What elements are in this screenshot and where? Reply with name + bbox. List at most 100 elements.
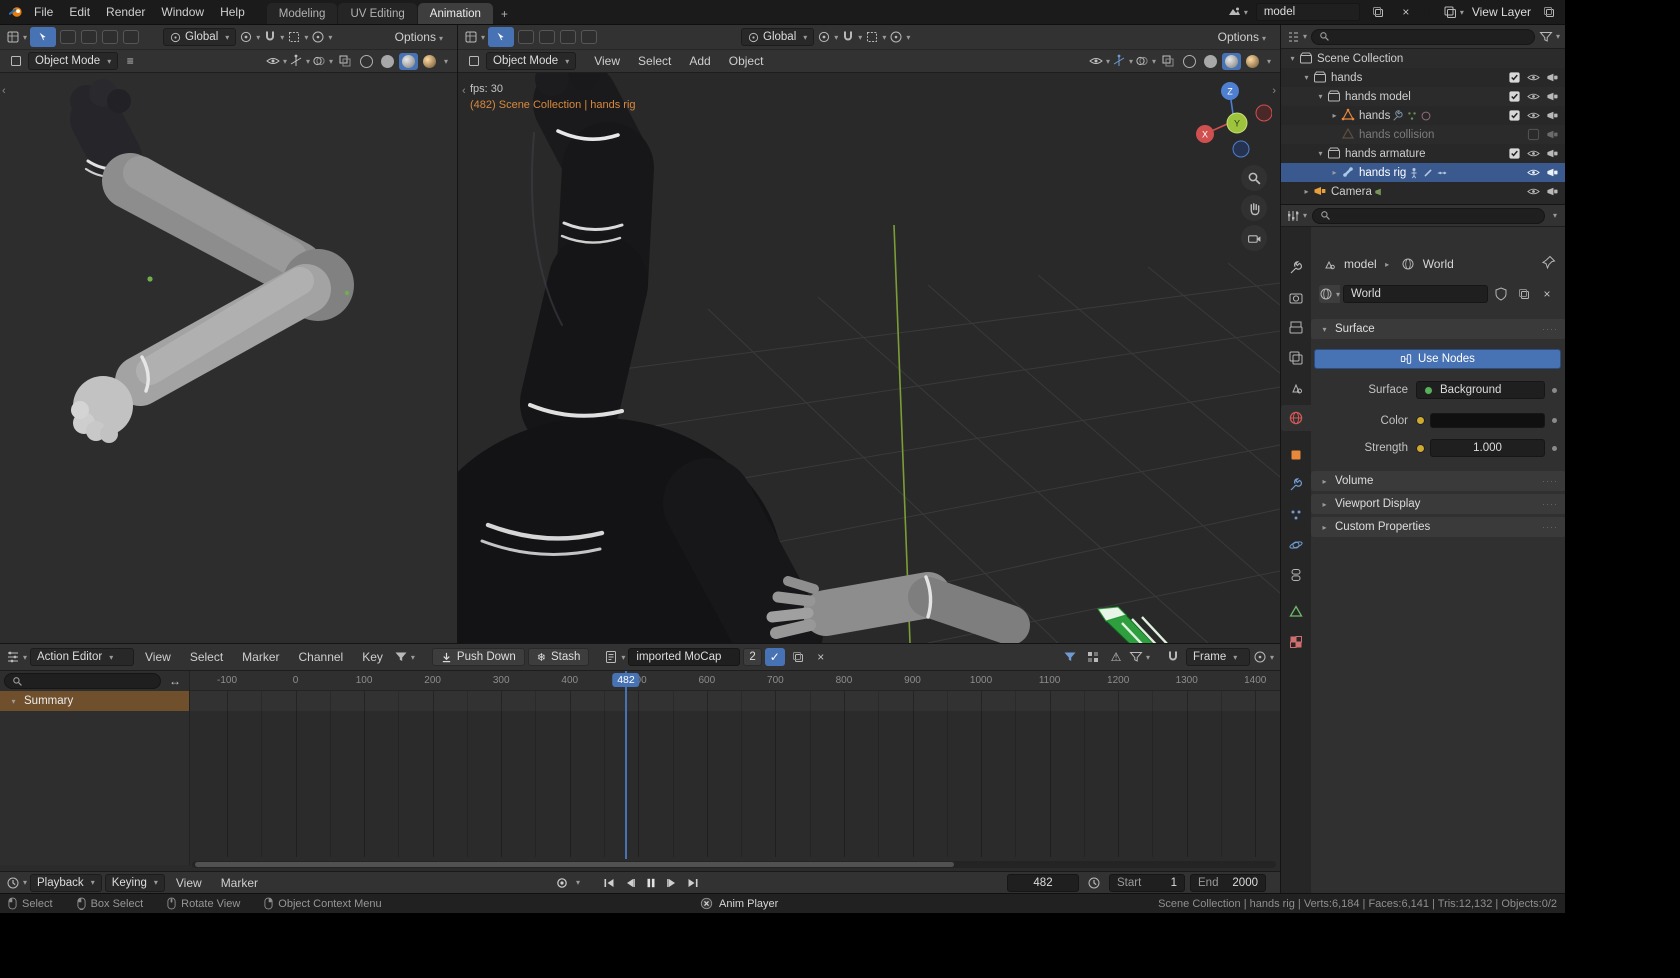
viewport-right-canvas[interactable]: ‹ › fps: 30 (482) Scene Collection | han…: [458, 73, 1280, 643]
snap-mode-dropdown[interactable]: Frame: [1186, 648, 1250, 666]
anim-player-indicator[interactable]: Anim Player: [700, 897, 778, 910]
menu-key[interactable]: Key: [354, 647, 391, 667]
select-mode-intersect-icon[interactable]: [123, 30, 139, 44]
tab-physics-icon[interactable]: [1281, 532, 1311, 558]
menu-marker[interactable]: Marker: [234, 647, 287, 667]
gizmos-icon[interactable]: [289, 52, 310, 70]
menu-edit[interactable]: Edit: [61, 2, 98, 22]
shading-rendered-icon[interactable]: [420, 53, 439, 70]
menu-view[interactable]: View: [137, 647, 179, 667]
outliner-row-hands-model-collection[interactable]: ▾ hands model: [1281, 87, 1565, 106]
menu-select[interactable]: Select: [630, 51, 679, 71]
unlink-action-icon[interactable]: ×: [811, 648, 831, 666]
menu-view[interactable]: View: [586, 51, 628, 71]
ds-ruler[interactable]: -100010020030040050060070080090010001100…: [190, 671, 1280, 691]
editor-type-icon[interactable]: [6, 28, 27, 46]
hide-eye-icon[interactable]: [1527, 71, 1540, 84]
action-name-field[interactable]: imported MoCap: [628, 648, 740, 666]
proportional-editing-icon[interactable]: [311, 28, 332, 46]
mode-dropdown[interactable]: Object Mode: [486, 52, 576, 70]
zoom-tool-icon[interactable]: [1241, 165, 1267, 191]
select-mode-subtract-icon[interactable]: [560, 30, 576, 44]
volume-section-header[interactable]: ▸ Volume ····: [1311, 471, 1566, 491]
playhead[interactable]: 482: [625, 671, 627, 859]
menu-view[interactable]: View: [168, 873, 210, 893]
tab-scene-icon[interactable]: [1281, 375, 1311, 401]
show-object-types-eye-icon[interactable]: [1089, 52, 1110, 70]
viewport-options-button[interactable]: Options: [1210, 27, 1274, 47]
start-frame-field[interactable]: Start1: [1109, 874, 1185, 892]
outliner-row-hands-mesh[interactable]: ▸ hands: [1281, 106, 1565, 125]
menu-select[interactable]: Select: [182, 647, 231, 667]
surface-section-header[interactable]: ▾ Surface ····: [1311, 319, 1566, 339]
shading-solid-icon[interactable]: [1201, 53, 1220, 70]
select-mode-new-icon[interactable]: [518, 30, 534, 44]
world-name-field[interactable]: World: [1343, 285, 1488, 303]
viewport-options-button[interactable]: Options: [387, 27, 451, 47]
menu-marker[interactable]: Marker: [213, 873, 266, 893]
tab-constraints-icon[interactable]: [1281, 562, 1311, 588]
tab-object-icon[interactable]: [1281, 442, 1311, 468]
tab-uv-editing[interactable]: UV Editing: [338, 3, 416, 24]
disable-render-camera-icon[interactable]: [1546, 166, 1559, 179]
hide-eye-icon[interactable]: [1527, 109, 1540, 122]
editor-type-icon[interactable]: [6, 648, 27, 666]
browse-scene-icon[interactable]: [1227, 3, 1248, 21]
shading-wireframe-icon[interactable]: [1180, 53, 1199, 70]
playback-dropdown[interactable]: Playback: [30, 874, 102, 892]
new-view-layer-icon[interactable]: [1539, 3, 1559, 21]
editor-type-icon[interactable]: [6, 874, 27, 892]
strength-value-field[interactable]: 1.000: [1430, 439, 1545, 457]
select-mode-new-icon[interactable]: [60, 30, 76, 44]
menu-help[interactable]: Help: [212, 2, 253, 22]
modifier-wrench-icon[interactable]: [1392, 110, 1404, 122]
snap-magnet-icon[interactable]: [841, 28, 862, 46]
keying-dropdown[interactable]: Keying: [105, 874, 165, 892]
xray-toggle-icon[interactable]: [1158, 52, 1178, 70]
viewport-display-section-header[interactable]: ▸ Viewport Display ····: [1311, 494, 1566, 514]
menu-window[interactable]: Window: [153, 2, 212, 22]
stash-button[interactable]: ❄ Stash: [528, 648, 590, 666]
view-layer-icon[interactable]: [1443, 3, 1464, 21]
new-world-copy-icon[interactable]: [1514, 285, 1534, 303]
viewport-menu-hamburger-icon[interactable]: ≡: [120, 52, 140, 70]
outliner-filter-icon[interactable]: [1539, 28, 1560, 46]
show-object-types-eye-icon[interactable]: [266, 52, 287, 70]
fake-user-toggle[interactable]: ✓: [765, 648, 785, 666]
hide-eye-icon[interactable]: [1527, 147, 1540, 160]
use-nodes-button[interactable]: Use Nodes: [1314, 349, 1561, 369]
xray-toggle-icon[interactable]: [335, 52, 355, 70]
browse-world-icon[interactable]: [1319, 285, 1340, 303]
custom-properties-section-header[interactable]: ▸ Custom Properties ····: [1311, 517, 1566, 537]
tab-object-data-icon[interactable]: [1281, 599, 1311, 625]
hide-eye-icon[interactable]: [1527, 185, 1540, 198]
shading-solid-icon[interactable]: [378, 53, 397, 70]
pan-hand-icon[interactable]: [1241, 195, 1267, 221]
snap-target-icon[interactable]: [287, 28, 308, 46]
camera-data-icon[interactable]: [1374, 186, 1386, 198]
tab-animation[interactable]: Animation: [418, 3, 493, 24]
editor-mode-dropdown[interactable]: Action Editor: [30, 648, 134, 666]
channel-search-input[interactable]: [4, 673, 161, 689]
exclude-checkbox[interactable]: [1527, 128, 1540, 141]
menu-file[interactable]: File: [26, 2, 61, 22]
world-crumb[interactable]: World: [1423, 257, 1454, 271]
fake-user-shield-icon[interactable]: [1491, 285, 1511, 303]
new-scene-icon[interactable]: [1368, 3, 1388, 21]
viewport-left-canvas[interactable]: ‹: [0, 73, 457, 643]
tab-view-layer-icon[interactable]: [1281, 345, 1311, 371]
menu-add[interactable]: Add: [681, 51, 718, 71]
outliner-row-scene-collection[interactable]: ▾ Scene Collection: [1281, 49, 1565, 68]
tab-modifiers-icon[interactable]: [1281, 472, 1311, 498]
outliner-row-hands-collision[interactable]: hands collision: [1281, 125, 1565, 144]
blender-logo-icon[interactable]: [6, 3, 26, 21]
shading-rendered-icon[interactable]: [1243, 53, 1262, 70]
transform-orientation-dropdown[interactable]: Global: [163, 28, 236, 46]
pivot-point-icon[interactable]: [817, 28, 838, 46]
filter-dropdown-icon[interactable]: [1129, 648, 1150, 666]
select-mode-extend-icon[interactable]: [539, 30, 555, 44]
tab-world-icon[interactable]: [1281, 405, 1311, 431]
previous-keyframe-button[interactable]: [620, 874, 639, 892]
summary-channel[interactable]: ▾ Summary: [0, 691, 189, 711]
scene-name-field[interactable]: model: [1256, 3, 1360, 21]
